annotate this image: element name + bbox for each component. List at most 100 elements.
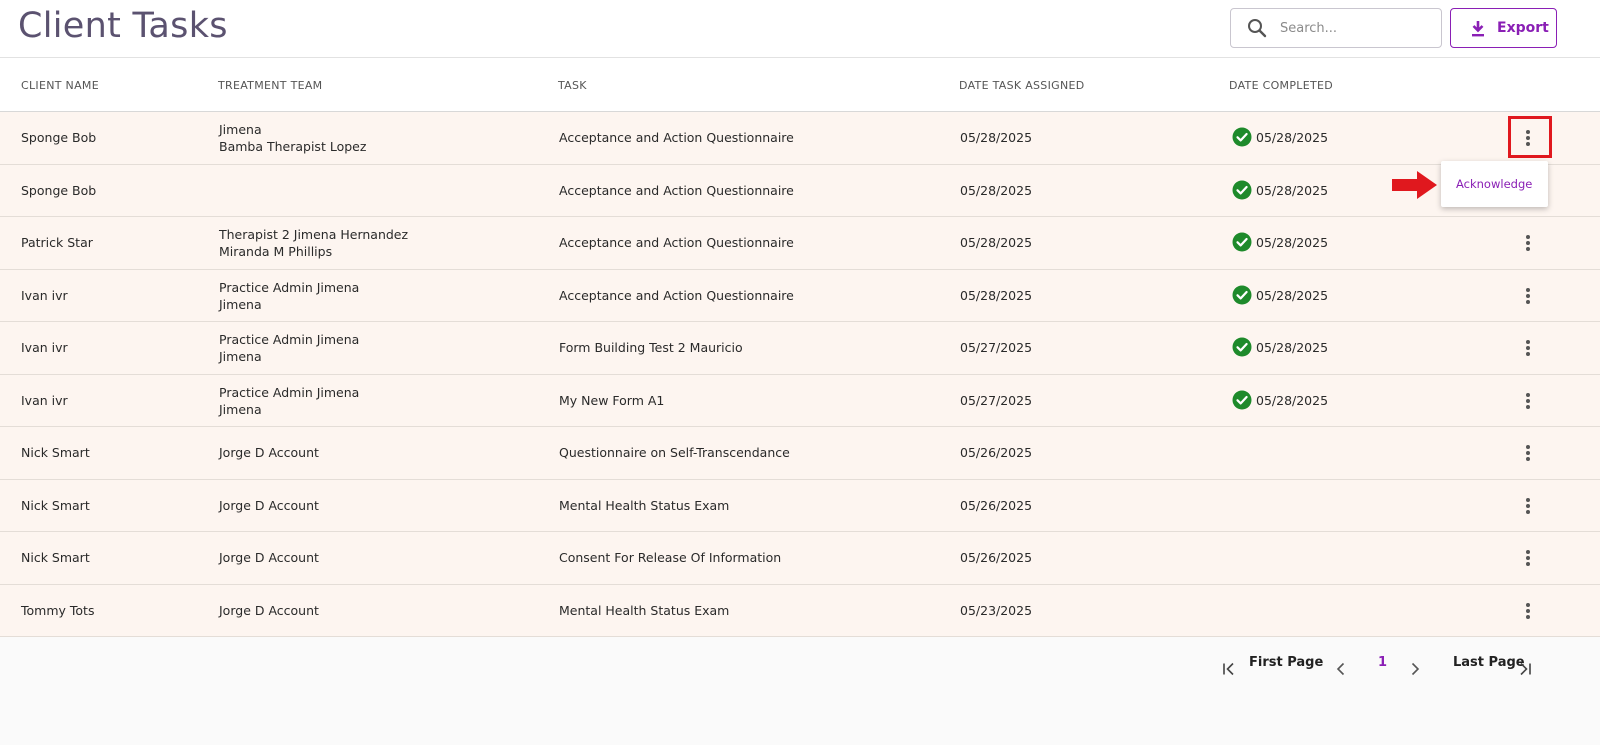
table-header: CLIENT NAME TREATMENT TEAM TASK DATE TAS… [0,58,1600,112]
team-member: Practice Admin Jimena [219,332,360,347]
team-member: Jimena [219,401,262,417]
table-row[interactable]: Nick Smart Jorge D Account Mental Health S… [0,479,1600,532]
download-icon [1472,21,1484,37]
team-member: Jorge D Account [219,497,319,513]
team-member: Jorge D Account [219,550,319,565]
treatment-team-cell: Practice Admin Jimena Jimena [219,279,359,313]
col-header-task[interactable]: TASK [558,79,587,92]
menu-item-acknowledge[interactable]: Acknowledge [1456,177,1532,191]
check-circle-icon [1232,390,1252,409]
client-name-cell[interactable]: Patrick Star [21,235,93,250]
treatment-team-cell: Jorge D Account [219,603,319,618]
last-page-button[interactable]: Last Page [1453,655,1525,677]
treatment-team-cell: Practice Admin Jimena Jimena [219,384,359,418]
client-name-cell[interactable]: Nick Smart [21,498,90,513]
current-page-number[interactable]: 1 [1378,655,1387,677]
more-vert-icon[interactable] [1516,283,1540,309]
date-completed-text: 05/28/2025 [1256,130,1329,145]
team-member: Jimena [219,122,262,137]
client-name-cell[interactable]: Ivan ivr [21,288,68,303]
date-completed-text: 05/28/2025 [1256,340,1329,355]
more-vert-icon[interactable] [1516,598,1540,624]
col-header-date-completed[interactable]: DATE COMPLETED [1229,79,1333,92]
date-completed-text: 05/28/2025 [1256,287,1329,303]
client-name-cell[interactable]: Sponge Bob [21,183,96,198]
search-box[interactable] [1230,8,1442,48]
page: Client Tasks Export CLIENT NAME TREATMEN… [0,0,1600,745]
team-member: Therapist 2 Jimena Hernandez [219,227,409,242]
treatment-team-cell: Jorge D Account [219,445,319,460]
client-name-cell[interactable]: Nick Smart [21,445,90,460]
table-row[interactable]: Ivan ivr Practice Admin Jimena Jimena Form … [0,322,1600,375]
task-cell[interactable]: Form Building Test 2 Mauricio [559,340,743,355]
client-name-cell[interactable]: Ivan ivr [21,340,68,355]
search-icon [1248,19,1267,38]
table-row[interactable]: Sponge Bob Acceptance and Action Question… [0,164,1600,217]
treatment-team-cell: Practice Admin Jimena Jimena [219,331,359,365]
export-label: Export [1497,20,1549,36]
task-cell[interactable]: Questionnaire on Self-Transcendance [559,445,790,460]
client-name-cell[interactable]: Sponge Bob [21,130,96,145]
check-circle-icon [1232,337,1252,357]
table-row[interactable]: Sponge Bob Jimena Bamba Therapist Lopez Acc… [0,112,1600,165]
first-page-button[interactable]: First Page [1249,655,1323,677]
date-completed-text: 05/28/2025 [1256,235,1329,250]
col-header-date-assigned[interactable]: DATE TASK ASSIGNED [959,79,1085,92]
task-cell[interactable]: Mental Health Status Exam [559,498,729,513]
task-cell[interactable]: Mental Health Status Exam [559,603,729,618]
date-assigned-cell: 05/27/2025 [960,392,1033,408]
table-row[interactable]: Nick Smart Jorge D Account Questionnaire o… [0,427,1600,480]
treatment-team-cell: Jorge D Account [219,550,319,565]
page-header: Client Tasks Export [0,0,1600,58]
row-actions-menu: Acknowledge [1441,161,1548,207]
team-member: Jorge D Account [219,445,319,460]
prev-page-icon[interactable] [1335,658,1347,680]
task-cell[interactable]: My New Form A1 [559,393,664,408]
next-page-icon[interactable] [1409,658,1421,680]
col-header-treatment-team[interactable]: TREATMENT TEAM [218,79,322,92]
date-assigned-cell: 05/28/2025 [960,130,1033,145]
more-vert-icon[interactable] [1516,493,1540,519]
table-row[interactable]: Ivan ivr Practice Admin Jimena Jimena My Ne… [0,374,1600,427]
team-member: Jimena [219,296,262,312]
date-assigned-cell: 05/28/2025 [960,287,1033,303]
table-row[interactable]: Ivan ivr Practice Admin Jimena Jimena Accep… [0,269,1600,322]
export-button[interactable]: Export [1450,8,1557,48]
more-vert-icon[interactable] [1516,545,1540,571]
more-vert-icon[interactable] [1516,440,1540,466]
client-name-cell[interactable]: Tommy Tots [21,603,94,618]
team-member: Bamba Therapist Lopez [219,139,367,154]
table-row[interactable]: Tommy Tots Jorge D Account Mental Health S… [0,584,1600,637]
more-vert-icon[interactable] [1516,335,1540,361]
page-title: Client Tasks [18,6,228,46]
client-name-cell[interactable]: Ivan ivr [21,393,68,408]
check-circle-icon [1232,285,1252,304]
treatment-team-cell: Therapist 2 Jimena Hernandez Miranda M Ph… [219,226,408,260]
table-row[interactable]: Patrick Star Therapist 2 Jimena Hernandez… [0,217,1600,270]
col-header-client-name[interactable]: CLIENT NAME [21,79,99,92]
search-input[interactable] [1280,17,1430,39]
check-circle-icon [1232,127,1252,147]
task-cell[interactable]: Acceptance and Action Questionnaire [559,235,794,250]
table-row[interactable]: Nick Smart Jorge D Account Consent For Rel… [0,532,1600,585]
date-assigned-cell: 05/26/2025 [960,445,1033,460]
date-assigned-cell: 05/27/2025 [960,340,1033,355]
last-page-icon[interactable] [1518,658,1532,680]
date-assigned-cell: 05/26/2025 [960,497,1033,513]
team-member: Jorge D Account [219,602,319,618]
date-completed-text: 05/28/2025 [1256,392,1329,408]
task-cell[interactable]: Consent For Release Of Information [559,550,781,565]
client-name-cell[interactable]: Nick Smart [21,550,90,565]
date-assigned-cell: 05/28/2025 [960,182,1033,198]
task-cell[interactable]: Acceptance and Action Questionnaire [559,288,794,303]
task-cell[interactable]: Acceptance and Action Questionnaire [559,183,794,198]
check-circle-icon [1232,232,1252,252]
task-cell[interactable]: Acceptance and Action Questionnaire [559,130,794,145]
more-vert-icon[interactable] [1516,388,1540,414]
first-page-icon[interactable] [1222,658,1236,680]
treatment-team-cell: Jimena Bamba Therapist Lopez [219,121,366,155]
date-assigned-cell: 05/23/2025 [960,602,1033,618]
more-vert-icon[interactable] [1516,230,1540,256]
team-member: Jimena [219,349,262,364]
arrow-right-icon [1392,171,1437,199]
